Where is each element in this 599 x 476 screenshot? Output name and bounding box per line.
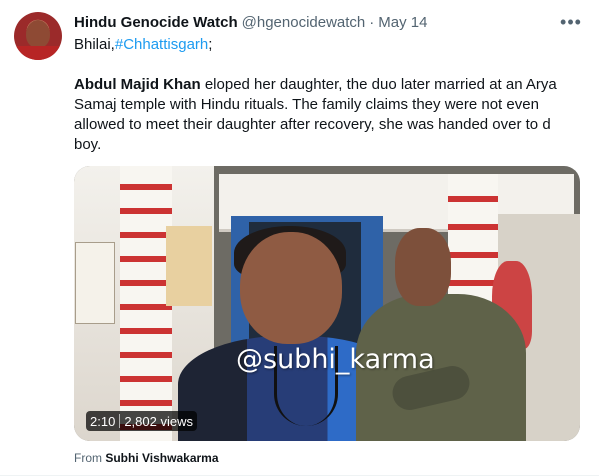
avatar-clothing xyxy=(14,46,62,60)
tweet-date[interactable]: May 14 xyxy=(378,14,427,31)
more-icon[interactable]: ••• xyxy=(560,12,581,32)
video-info-badge: 2:10 2,802 views xyxy=(86,411,197,431)
location-suffix: ; xyxy=(208,36,213,53)
location-prefix: Bhilai, xyxy=(74,36,115,53)
tweet-card[interactable]: Hindu Genocide Watch @hgenocidewatch · M… xyxy=(0,0,599,476)
user-handle[interactable]: @hgenocidewatch xyxy=(242,14,366,31)
from-label: From xyxy=(74,451,102,465)
source-name[interactable]: Subhi Vishwakarma xyxy=(105,451,218,465)
left-pillar xyxy=(120,166,172,441)
wall-board xyxy=(75,242,115,324)
woman-face xyxy=(240,232,342,344)
avatar-face xyxy=(26,20,50,48)
profile-avatar[interactable] xyxy=(14,12,62,60)
display-name[interactable]: Hindu Genocide Watch xyxy=(74,14,238,31)
man-face xyxy=(395,228,451,306)
wall-poster xyxy=(166,226,212,306)
header-separator: · xyxy=(369,13,375,31)
video-player[interactable]: @subhi_karma 2:10 2,802 views xyxy=(74,166,580,441)
video-source: From Subhi Vishwakarma xyxy=(74,451,219,465)
tweet-body: Abdul Majid Khan eloped her daughter, th… xyxy=(74,75,580,155)
badge-separator xyxy=(119,414,121,428)
location-line: Bhilai,#Chhattisgarh; xyxy=(74,35,212,55)
video-views: 2,802 views xyxy=(124,413,193,429)
video-watermark: @subhi_karma xyxy=(236,344,435,375)
video-duration: 2:10 xyxy=(90,413,116,429)
tweet-header: Hindu Genocide Watch @hgenocidewatch · M… xyxy=(74,12,579,32)
hashtag-link[interactable]: #Chhattisgarh xyxy=(115,36,208,53)
body-bold-name: Abdul Majid Khan xyxy=(74,76,201,93)
